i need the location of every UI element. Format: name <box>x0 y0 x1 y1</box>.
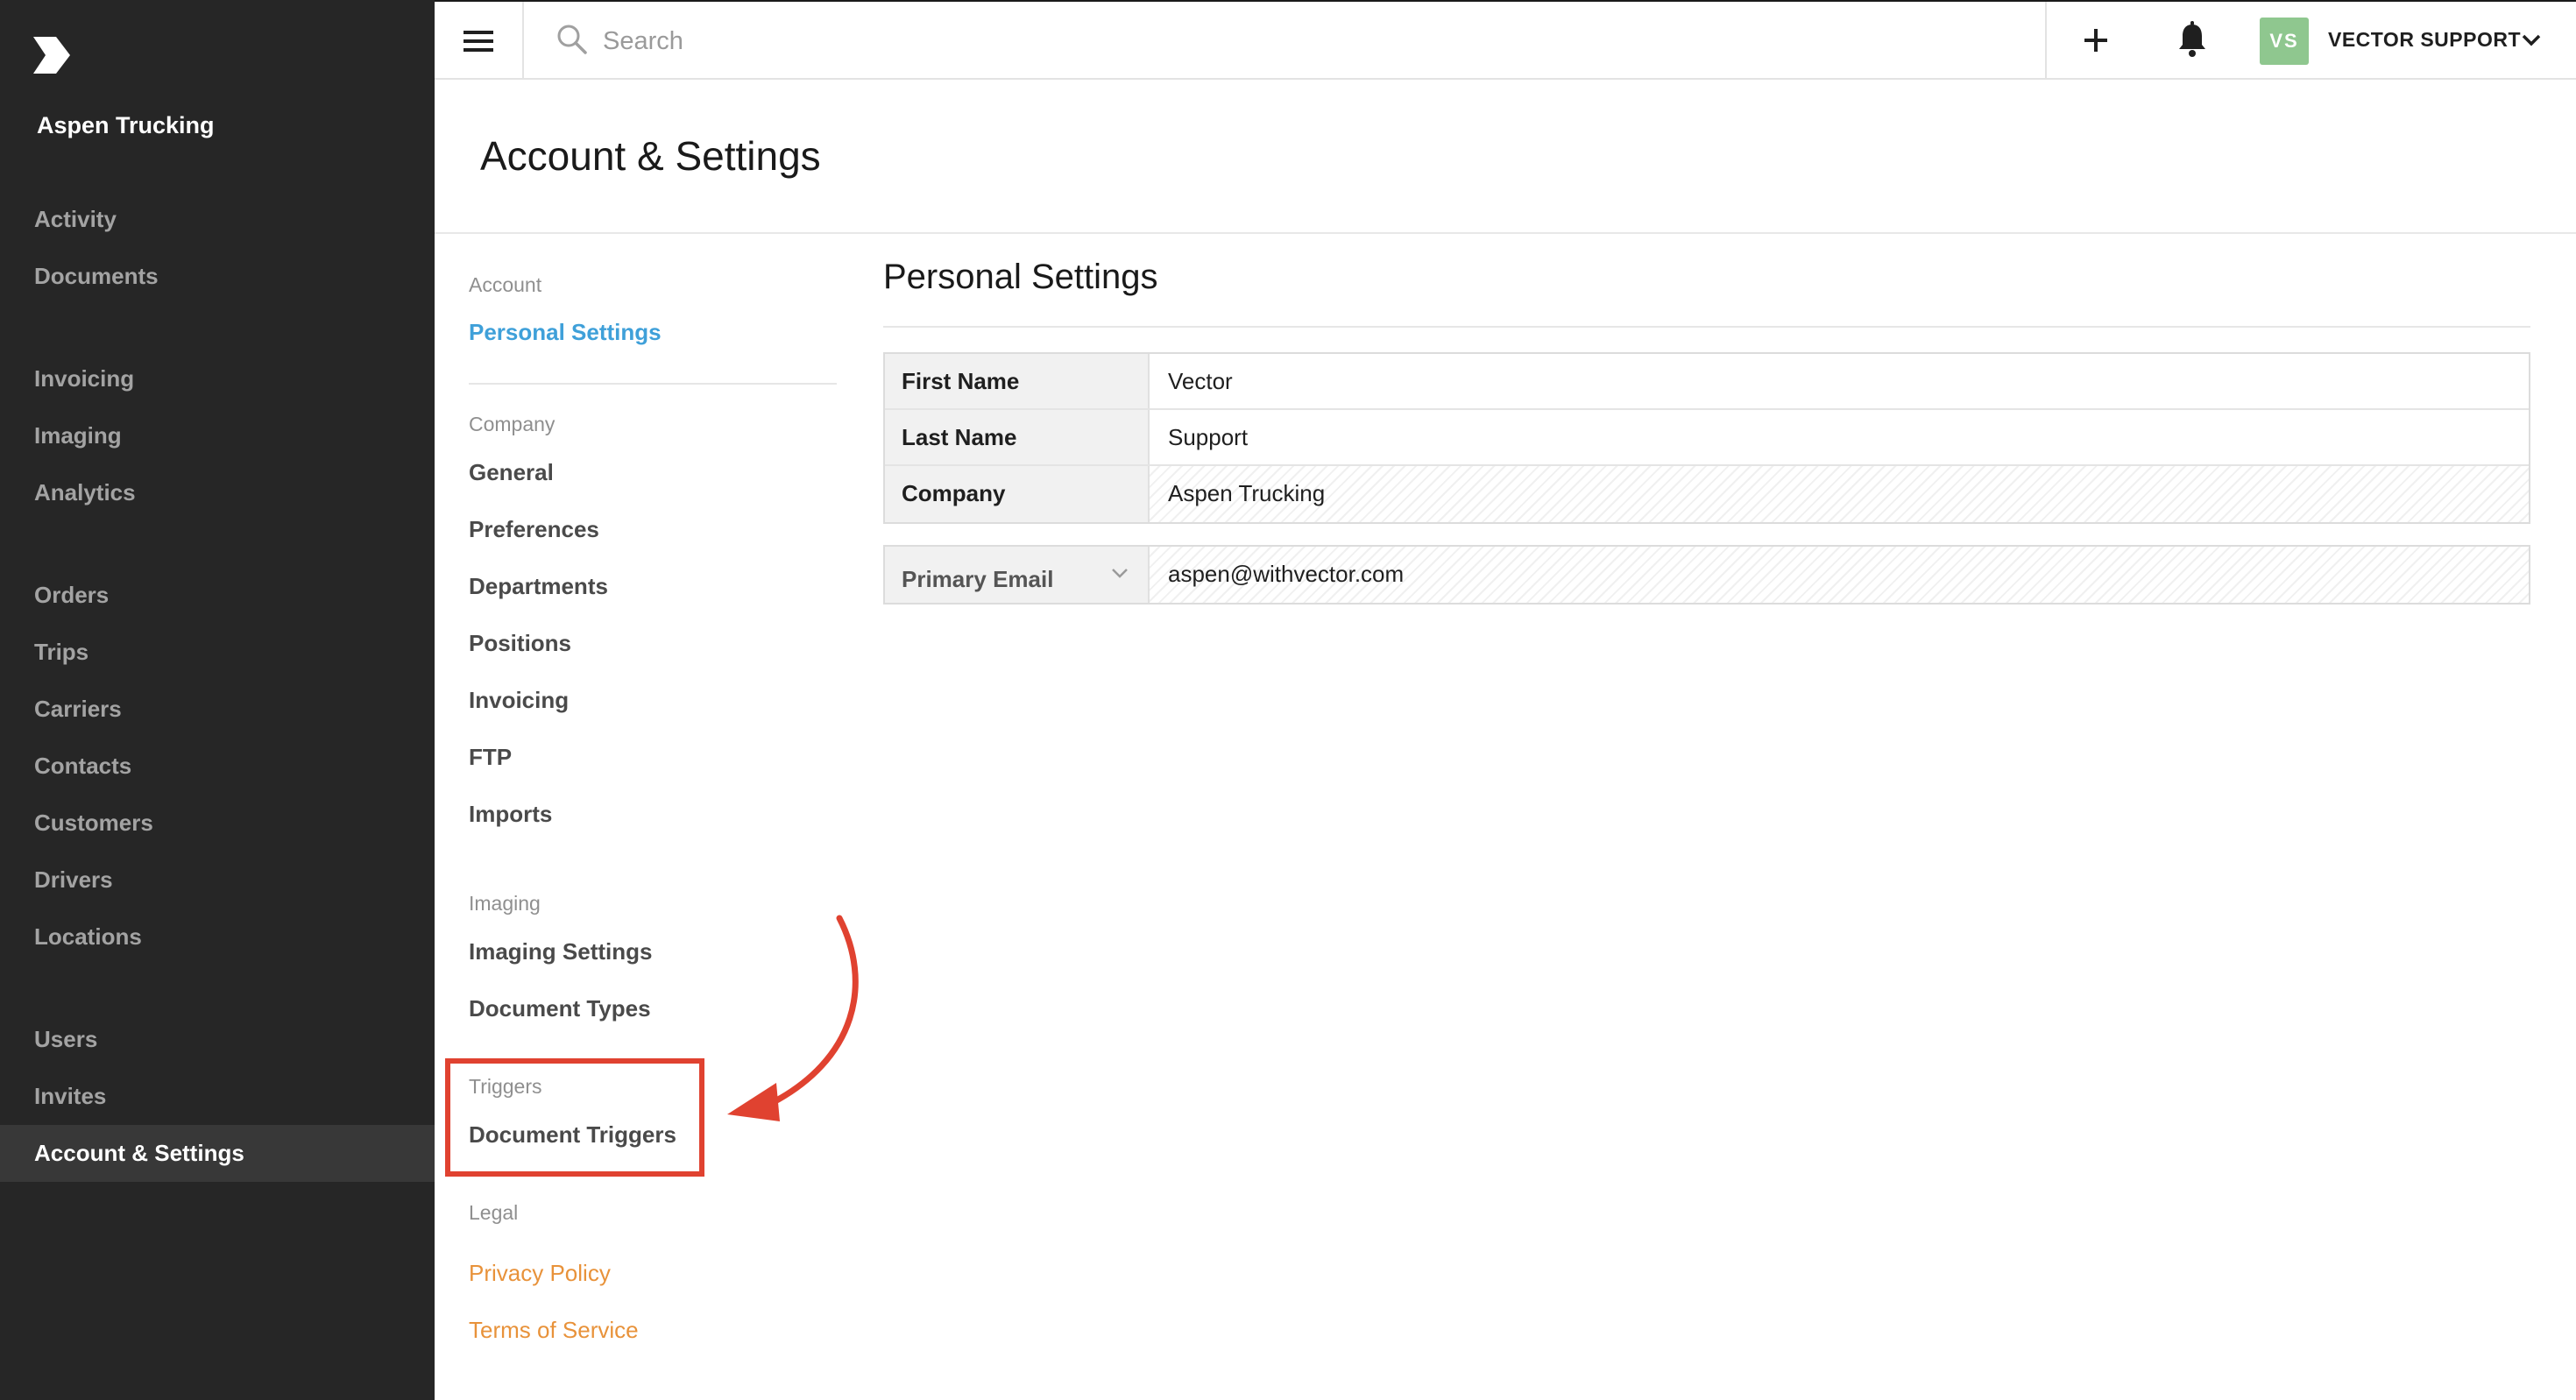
last-name-field[interactable]: Support <box>1150 410 2529 464</box>
settings-link-positions[interactable]: Positions <box>469 630 571 657</box>
org-name: Aspen Trucking <box>37 112 215 138</box>
sidebar-item-trips[interactable]: Trips <box>0 624 435 681</box>
settings-link-imaging-settings[interactable]: Imaging Settings <box>469 938 652 965</box>
sidebar-item-carriers[interactable]: Carriers <box>0 681 435 738</box>
sidebar-item-contacts[interactable]: Contacts <box>0 738 435 795</box>
settings-link-departments[interactable]: Departments <box>469 573 608 600</box>
settings-link-personal-settings[interactable]: Personal Settings <box>469 319 662 346</box>
form-row-last-name: Last Name Support <box>885 410 2529 466</box>
nav-section-legal: Legal <box>469 1201 519 1224</box>
top-bar: VS VECTOR SUPPORT <box>435 0 2576 80</box>
app-root: Aspen Trucking Activity Documents Invoic… <box>0 0 2576 1400</box>
section-title-rule <box>883 326 2530 328</box>
email-type-select[interactable]: Primary Email <box>885 547 1150 603</box>
chevron-down-icon <box>1112 569 1128 578</box>
page-header: Account & Settings <box>435 80 2576 234</box>
settings-link-general[interactable]: General <box>469 459 554 486</box>
search-icon <box>557 25 587 54</box>
settings-link-privacy-policy[interactable]: Privacy Policy <box>469 1260 611 1287</box>
company-field: Aspen Trucking <box>1150 466 2529 522</box>
section-title: Personal Settings <box>883 258 1158 296</box>
sidebar-item-account-settings[interactable]: Account & Settings <box>0 1125 435 1182</box>
sidebar-item-customers[interactable]: Customers <box>0 795 435 852</box>
settings-link-ftp[interactable]: FTP <box>469 744 512 771</box>
nav-group-documents: Activity Documents <box>0 191 435 305</box>
page-title: Account & Settings <box>480 133 821 179</box>
sidebar-item-invoicing[interactable]: Invoicing <box>0 350 435 407</box>
settings-link-document-types[interactable]: Document Types <box>469 995 651 1022</box>
last-name-label: Last Name <box>885 410 1150 464</box>
hamburger-icon <box>464 30 493 52</box>
primary-email-field: aspen@withvector.com <box>1150 547 2529 603</box>
settings-link-imports[interactable]: Imports <box>469 801 552 828</box>
user-menu-name[interactable]: VECTOR SUPPORT <box>2328 28 2521 52</box>
nav-section-account: Account <box>469 273 542 296</box>
form-row-primary-email: Primary Email aspen@withvector.com <box>883 545 2530 605</box>
avatar[interactable]: VS <box>2260 18 2309 65</box>
sidebar: Aspen Trucking Activity Documents Invoic… <box>0 0 435 1400</box>
bell-icon[interactable] <box>2173 19 2212 61</box>
annotation-highlight-box <box>445 1058 704 1177</box>
nav-group-operations: Orders Trips Carriers Contacts Customers… <box>0 567 435 965</box>
topbar-divider <box>2045 2 2047 80</box>
settings-link-invoicing[interactable]: Invoicing <box>469 687 569 714</box>
sidebar-item-users[interactable]: Users <box>0 1011 435 1068</box>
sidebar-item-locations[interactable]: Locations <box>0 909 435 965</box>
annotation-arrow-icon <box>727 915 859 1121</box>
form-row-company: Company Aspen Trucking <box>885 466 2529 522</box>
sidebar-item-activity[interactable]: Activity <box>0 191 435 248</box>
settings-link-terms-of-service[interactable]: Terms of Service <box>469 1317 639 1344</box>
personal-info-table: First Name Vector Last Name Support Comp… <box>883 352 2530 524</box>
sidebar-item-imaging[interactable]: Imaging <box>0 407 435 464</box>
nav-section-company: Company <box>469 413 556 435</box>
first-name-field[interactable]: Vector <box>1150 354 2529 408</box>
sidebar-item-orders[interactable]: Orders <box>0 567 435 624</box>
chevron-down-icon[interactable] <box>2520 31 2543 50</box>
menu-button[interactable] <box>435 2 524 80</box>
nav-section-imaging: Imaging <box>469 892 541 915</box>
vector-logo-icon[interactable] <box>30 33 74 77</box>
nav-group-finance: Invoicing Imaging Analytics <box>0 350 435 521</box>
email-type-label: Primary Email <box>902 566 1054 592</box>
form-row-first-name: First Name Vector <box>885 354 2529 410</box>
sidebar-item-analytics[interactable]: Analytics <box>0 464 435 521</box>
nav-group-admin: Users Invites Account & Settings <box>0 1011 435 1182</box>
settings-link-preferences[interactable]: Preferences <box>469 516 599 543</box>
company-label: Company <box>885 466 1150 522</box>
first-name-label: First Name <box>885 354 1150 408</box>
search-input[interactable] <box>603 19 1742 63</box>
plus-icon[interactable] <box>2077 21 2115 60</box>
sidebar-item-invites[interactable]: Invites <box>0 1068 435 1125</box>
sidebar-item-drivers[interactable]: Drivers <box>0 852 435 909</box>
sidebar-item-documents[interactable]: Documents <box>0 248 435 305</box>
settings-nav-divider <box>469 383 837 385</box>
